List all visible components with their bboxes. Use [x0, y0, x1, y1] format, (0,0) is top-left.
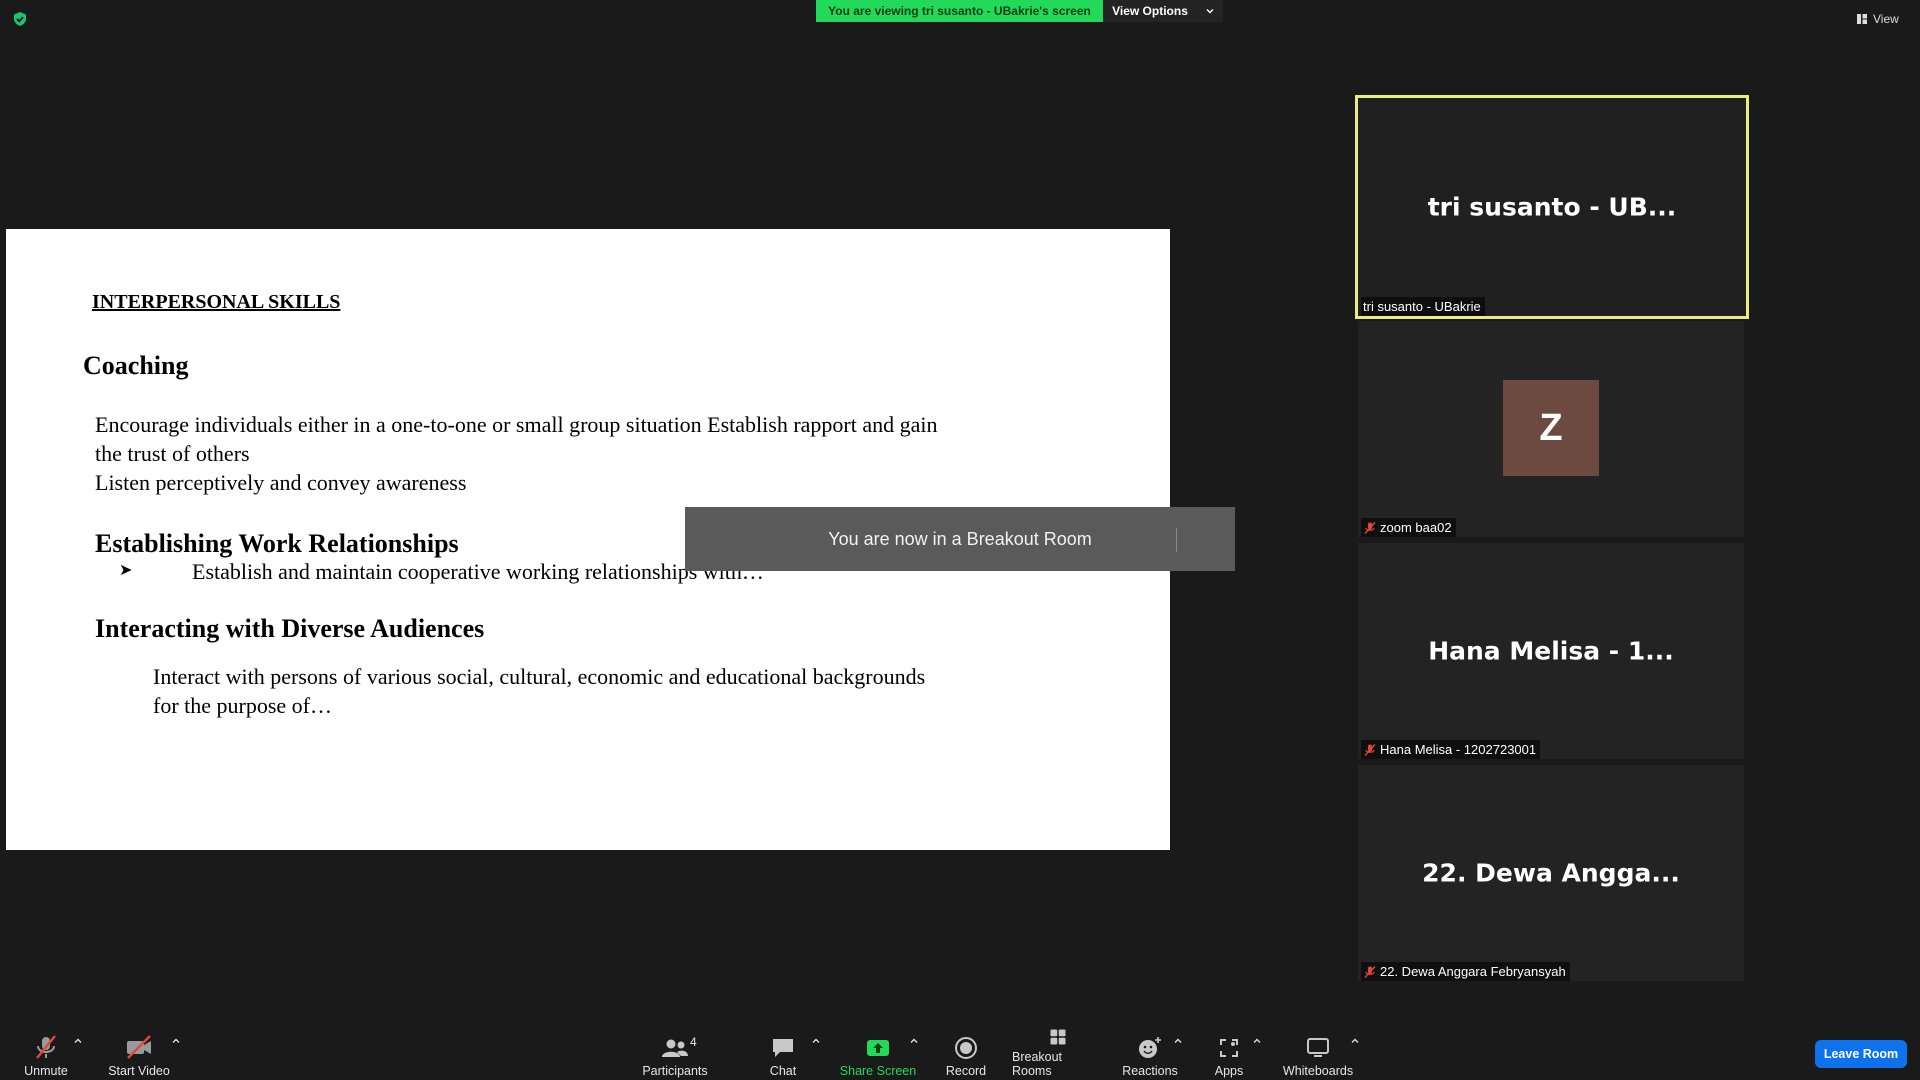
participant-tile[interactable]: 22. Dewa Angga... 22. Dewa Anggara Febry… — [1358, 765, 1744, 981]
start-video-label: Start Video — [108, 1064, 170, 1078]
participants-icon — [662, 1039, 688, 1057]
participant-name: zoom baa02 — [1380, 520, 1452, 535]
participant-name-tag: 22. Dewa Anggara Febryansyah — [1361, 962, 1570, 981]
coaching-text: the trust of others — [95, 441, 250, 466]
share-screen-icon — [867, 1040, 889, 1056]
participant-display-name: Hana Melisa - 1... — [1428, 636, 1674, 666]
coaching-heading: Coaching — [83, 351, 189, 380]
participant-tile[interactable]: Hana Melisa - 1... Hana Melisa - 1202723… — [1358, 543, 1744, 759]
notification-divider — [1176, 528, 1177, 552]
view-options-label: View Options — [1112, 4, 1188, 18]
view-options-button[interactable]: View Options — [1103, 0, 1223, 22]
reactions-button[interactable]: Reactions — [1122, 1028, 1178, 1078]
participant-name: tri susanto - UBakrie — [1363, 299, 1481, 314]
chat-button[interactable]: Chat — [763, 1028, 803, 1078]
arrow-bullet-icon: ➤ — [119, 562, 133, 579]
shield-check-icon[interactable] — [12, 11, 28, 27]
chevron-up-icon[interactable] — [811, 1036, 821, 1046]
chevron-up-icon[interactable] — [909, 1036, 919, 1046]
chevron-up-icon[interactable] — [1252, 1036, 1262, 1046]
participants-button[interactable]: Participants — [640, 1028, 710, 1078]
chevron-up-icon[interactable] — [1350, 1036, 1360, 1046]
chevron-up-icon[interactable] — [171, 1036, 181, 1046]
apps-icon — [1220, 1039, 1238, 1057]
participant-name-tag: zoom baa02 — [1361, 518, 1456, 537]
diverse-audiences-heading: Interacting with Diverse Audiences — [95, 614, 485, 643]
chevron-up-icon[interactable] — [1173, 1036, 1183, 1046]
unmute-label: Unmute — [24, 1064, 68, 1078]
grid-view-icon — [1857, 14, 1867, 24]
work-relationships-text: Establish and maintain cooperative worki… — [192, 559, 764, 584]
chat-icon — [773, 1039, 793, 1057]
record-button[interactable]: Record — [940, 1028, 992, 1078]
breakout-room-notification: You are now in a Breakout Room — [685, 507, 1235, 571]
participant-tile-active-speaker[interactable]: tri susanto - UB... tri susanto - UBakri… — [1355, 95, 1749, 319]
unmute-button[interactable]: Unmute — [18, 1028, 74, 1078]
start-video-button[interactable]: Start Video — [104, 1028, 174, 1078]
chat-label: Chat — [769, 1064, 797, 1078]
coaching-text: Encourage individuals either in a one-to… — [95, 412, 938, 437]
chevron-up-icon[interactable] — [73, 1036, 83, 1046]
reactions-label: Reactions — [1122, 1064, 1178, 1078]
mic-muted-icon — [1364, 743, 1376, 756]
diverse-audiences-text: for the purpose of… — [153, 693, 333, 718]
breakout-rooms-button[interactable]: Breakout Rooms — [1012, 1028, 1104, 1078]
video-off-icon — [127, 1035, 151, 1059]
breakout-rooms-icon — [1050, 1029, 1066, 1045]
work-relationships-heading: Establishing Work Relationships — [95, 529, 459, 558]
chevron-down-icon — [1206, 9, 1214, 14]
coaching-text: Listen perceptively and convey awareness — [95, 470, 467, 495]
mic-muted-icon — [36, 1035, 56, 1059]
whiteboards-button[interactable]: Whiteboards — [1282, 1028, 1354, 1078]
participant-name: 22. Dewa Anggara Febryansyah — [1380, 964, 1566, 979]
avatar: Z — [1503, 380, 1599, 476]
slide-title: INTERPERSONAL SKILLS — [92, 291, 341, 313]
record-label: Record — [945, 1064, 987, 1078]
participant-name-tag: Hana Melisa - 1202723001 — [1361, 740, 1541, 759]
view-button[interactable]: View — [1856, 8, 1899, 30]
leave-room-button[interactable]: Leave Room — [1815, 1040, 1907, 1068]
reactions-icon — [1139, 1037, 1161, 1058]
share-screen-button[interactable]: Share Screen — [838, 1028, 918, 1078]
participants-label: Participants — [642, 1064, 708, 1078]
notification-message: You are now in a Breakout Room — [828, 528, 1092, 549]
whiteboard-icon — [1307, 1038, 1329, 1057]
record-icon — [955, 1037, 977, 1059]
breakout-rooms-label: Breakout Rooms — [1012, 1050, 1063, 1078]
mic-muted-icon — [1364, 521, 1376, 534]
apps-button[interactable]: Apps — [1210, 1028, 1248, 1078]
apps-label: Apps — [1214, 1064, 1244, 1078]
participant-name: Hana Melisa - 1202723001 — [1380, 742, 1537, 757]
view-label: View — [1873, 12, 1899, 26]
mic-muted-icon — [1364, 965, 1376, 978]
participant-tile[interactable]: Z zoom baa02 — [1358, 321, 1744, 537]
participant-display-name: 22. Dewa Angga... — [1422, 858, 1680, 888]
viewing-screen-banner: You are viewing tri susanto - UBakrie's … — [816, 0, 1103, 22]
diverse-audiences-text: Interact with persons of various social,… — [153, 664, 926, 689]
whiteboards-label: Whiteboards — [1282, 1064, 1354, 1078]
participant-name-tag: tri susanto - UBakrie — [1361, 297, 1485, 316]
participant-display-name: tri susanto - UB... — [1427, 192, 1677, 222]
share-screen-label: Share Screen — [839, 1064, 917, 1078]
participants-count: 4 — [690, 1035, 697, 1049]
